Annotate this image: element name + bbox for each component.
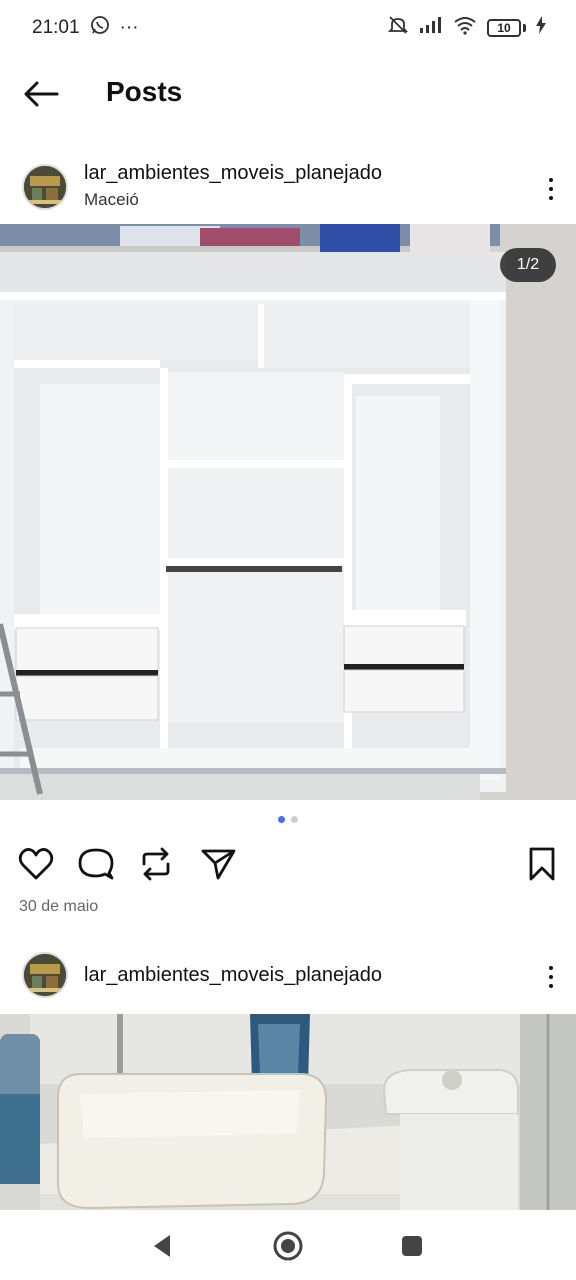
repost-button[interactable] (136, 844, 176, 884)
nav-home-button[interactable] (268, 1226, 308, 1266)
square-recents-icon (402, 1236, 422, 1256)
nav-back-button[interactable] (142, 1226, 182, 1266)
image-counter-badge: 1/2 (500, 248, 556, 282)
paper-plane-icon (201, 849, 236, 880)
post-more-button[interactable] (544, 172, 558, 206)
post-more-button[interactable] (544, 960, 558, 994)
carousel-dots (0, 816, 576, 823)
wardrobe-photo (0, 224, 576, 800)
mute-icon (387, 14, 409, 42)
post-location[interactable]: Maceió (84, 190, 139, 210)
status-bar: 21:01 ··· 10 (0, 0, 576, 56)
battery-icon: 10 (487, 19, 526, 37)
status-time: 21:01 (32, 17, 80, 38)
heart-icon (18, 848, 54, 880)
avatar[interactable] (22, 952, 68, 998)
post-username[interactable]: lar_ambientes_moveis_planejado (84, 964, 382, 987)
carousel-dot-active (278, 816, 285, 823)
wifi-icon (453, 15, 477, 41)
post-username[interactable]: lar_ambientes_moveis_planejado (84, 162, 382, 185)
post-header: lar_ambientes_moveis_planejado Maceió (0, 156, 576, 226)
system-nav-bar (0, 1210, 576, 1280)
top-header: Posts (0, 56, 576, 128)
signal-icon (419, 15, 443, 41)
triangle-left-icon (154, 1235, 170, 1257)
post-date[interactable]: 30 de maio (19, 898, 98, 916)
whatsapp-icon (90, 15, 110, 41)
post-image[interactable] (0, 1014, 576, 1210)
save-button[interactable] (522, 844, 562, 884)
back-button[interactable] (18, 74, 64, 114)
post-header: lar_ambientes_moveis_planejado (0, 944, 576, 1014)
nav-recents-button[interactable] (392, 1226, 432, 1266)
post-image[interactable]: 1/2 (0, 224, 576, 800)
more-notifications-icon: ··· (119, 17, 139, 38)
share-button[interactable] (198, 844, 238, 884)
avatar[interactable] (22, 164, 68, 210)
charging-icon (536, 16, 546, 40)
status-right: 10 (387, 14, 546, 42)
like-button[interactable] (16, 844, 56, 884)
carousel-dot (291, 816, 298, 823)
home-circle-icon (273, 1231, 303, 1261)
bookmark-icon (529, 847, 555, 881)
bathroom-photo (0, 1014, 576, 1210)
post-actions (0, 840, 576, 890)
page-title: Posts (106, 76, 183, 107)
arrow-left-icon (24, 81, 59, 107)
comment-button[interactable] (76, 844, 116, 884)
status-left: 21:01 ··· (32, 15, 139, 41)
battery-level: 10 (487, 19, 521, 37)
comment-icon (78, 848, 114, 880)
repost-icon (142, 847, 170, 881)
